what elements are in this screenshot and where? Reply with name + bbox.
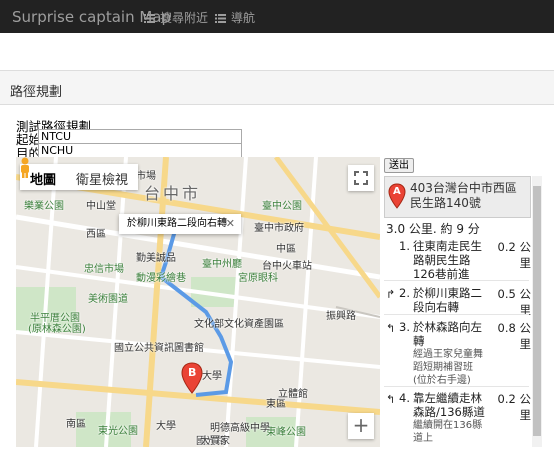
step-number: 1.: [399, 239, 410, 253]
nav-navigation-label: 導航: [231, 11, 256, 25]
origin-input[interactable]: [38, 129, 242, 144]
map-label: (原林森公園): [28, 324, 86, 335]
step-text: 於林森路向左轉 經過王家兒童舞蹈短期補習班(位於右手邊): [413, 320, 485, 387]
infowindow-text: 於柳川東路二段向右轉: [127, 218, 227, 229]
map-label-city: 台中市: [144, 184, 202, 203]
map-label: 東光公園: [98, 426, 138, 437]
map-label: 中區: [276, 244, 296, 255]
marker-b-label: B: [188, 366, 197, 379]
nav-search-nearby-label: 搜尋附近: [160, 11, 209, 25]
turn-left-icon: ↰: [386, 393, 396, 406]
step-number: 2.: [399, 286, 410, 300]
destination-input[interactable]: [38, 143, 242, 158]
fullscreen-button[interactable]: [348, 165, 374, 191]
map-infowindow: 於柳川東路二段向右轉 ✕: [119, 214, 241, 234]
submit-button[interactable]: 送出: [384, 158, 414, 173]
map-canvas[interactable]: 台中市 西區 忠信市場 美術園道 勤美誠品 半平厝公園 (原林森公園) 國立公共…: [16, 157, 380, 447]
map-label: 西區: [86, 229, 106, 240]
map-type-control: 地圖 衛星檢視: [20, 164, 139, 190]
step-distance: 0.8 公里: [497, 321, 531, 351]
route-summary: 3.0 公里. 約 9 分: [386, 222, 480, 236]
map-label: 臺中市政府: [254, 223, 304, 234]
map-label: 樂業公園: [24, 201, 64, 212]
scrollbar-thumb[interactable]: [533, 186, 541, 436]
step-text: 於柳川東路二段向右轉: [413, 286, 485, 314]
step-text: 靠左繼續走林森路/136縣道 繼續開在136縣道上: [413, 391, 485, 445]
step-instruction: 靠左繼續走林森路/136縣道: [413, 391, 485, 419]
marker-a-label: A: [393, 186, 401, 197]
panel-title: 路徑規劃: [10, 85, 63, 100]
step-instruction: 於柳川東路二段向右轉: [413, 286, 482, 314]
step-number: 3.: [399, 320, 410, 334]
map-label: 大買家: [200, 436, 230, 447]
map-label: 台中火車站: [262, 261, 312, 272]
step-distance: 0.2 公里: [497, 392, 531, 422]
list-icon: [144, 14, 155, 23]
directions-start[interactable]: A 403台灣台中市西區民生路140號: [384, 176, 531, 218]
step-note: 繼續開在136縣道上: [413, 420, 483, 444]
nav-search-nearby[interactable]: 搜尋附近: [144, 9, 208, 26]
map-label: 文化部文化資產園區: [194, 319, 284, 330]
turn-right-icon: ↱: [386, 288, 396, 301]
step-instruction: 於林森路向左轉: [413, 320, 482, 348]
list-icon: [215, 14, 226, 23]
map-label: 大學: [202, 371, 222, 382]
top-navbar: Surprise captain Map 搜尋附近 導航: [0, 0, 554, 33]
close-icon[interactable]: ✕: [226, 214, 235, 234]
nav-navigation[interactable]: 導航: [215, 9, 255, 26]
map-label: 大學: [156, 421, 176, 432]
step-instruction: 往東南走民生路朝民生路126巷前進: [413, 239, 482, 281]
map-label: 中山堂: [86, 201, 116, 212]
directions-panel: A 403台灣台中市西區民生路140號 3.0 公里. 約 9 分 1. 往東南…: [384, 172, 542, 447]
map-label: 南區: [66, 419, 86, 430]
fullscreen-icon: [354, 171, 368, 185]
map-label: 振興路: [326, 311, 356, 322]
divider: [384, 314, 529, 315]
map-label: 臺中公園: [262, 201, 302, 212]
step-number: 4.: [399, 391, 410, 405]
start-address: 403台灣台中市西區民生路140號: [410, 181, 517, 210]
panel-heading: 路徑規劃: [0, 71, 554, 105]
pegman-icon[interactable]: [16, 157, 34, 179]
map-label: 臺中州廳: [202, 259, 242, 270]
map-label: 動漫彩繪巷: [136, 273, 186, 284]
map-label: 忠信市場: [84, 264, 124, 275]
divider: [384, 280, 529, 281]
map-type-satellite[interactable]: 衛星檢視: [66, 164, 138, 190]
zoom-in-button[interactable]: +: [348, 413, 374, 439]
map-label: 立體館: [278, 389, 308, 400]
map-label: 美術園道: [88, 294, 128, 305]
map-label: 東峰公園: [266, 427, 306, 438]
directions-scrollbar[interactable]: [532, 176, 542, 447]
divider: [384, 386, 529, 387]
map-label: 勤美誠品: [136, 253, 176, 264]
turn-left-icon: ↰: [386, 322, 396, 335]
step-note: 經過王家兒童舞蹈短期補習班(位於右手邊): [413, 349, 483, 386]
step-distance: 0.2 公里: [497, 240, 531, 270]
step-text: 往東南走民生路朝民生路126巷前進: [413, 239, 485, 281]
map-label: 國立公共資訊圖書館: [114, 343, 204, 354]
